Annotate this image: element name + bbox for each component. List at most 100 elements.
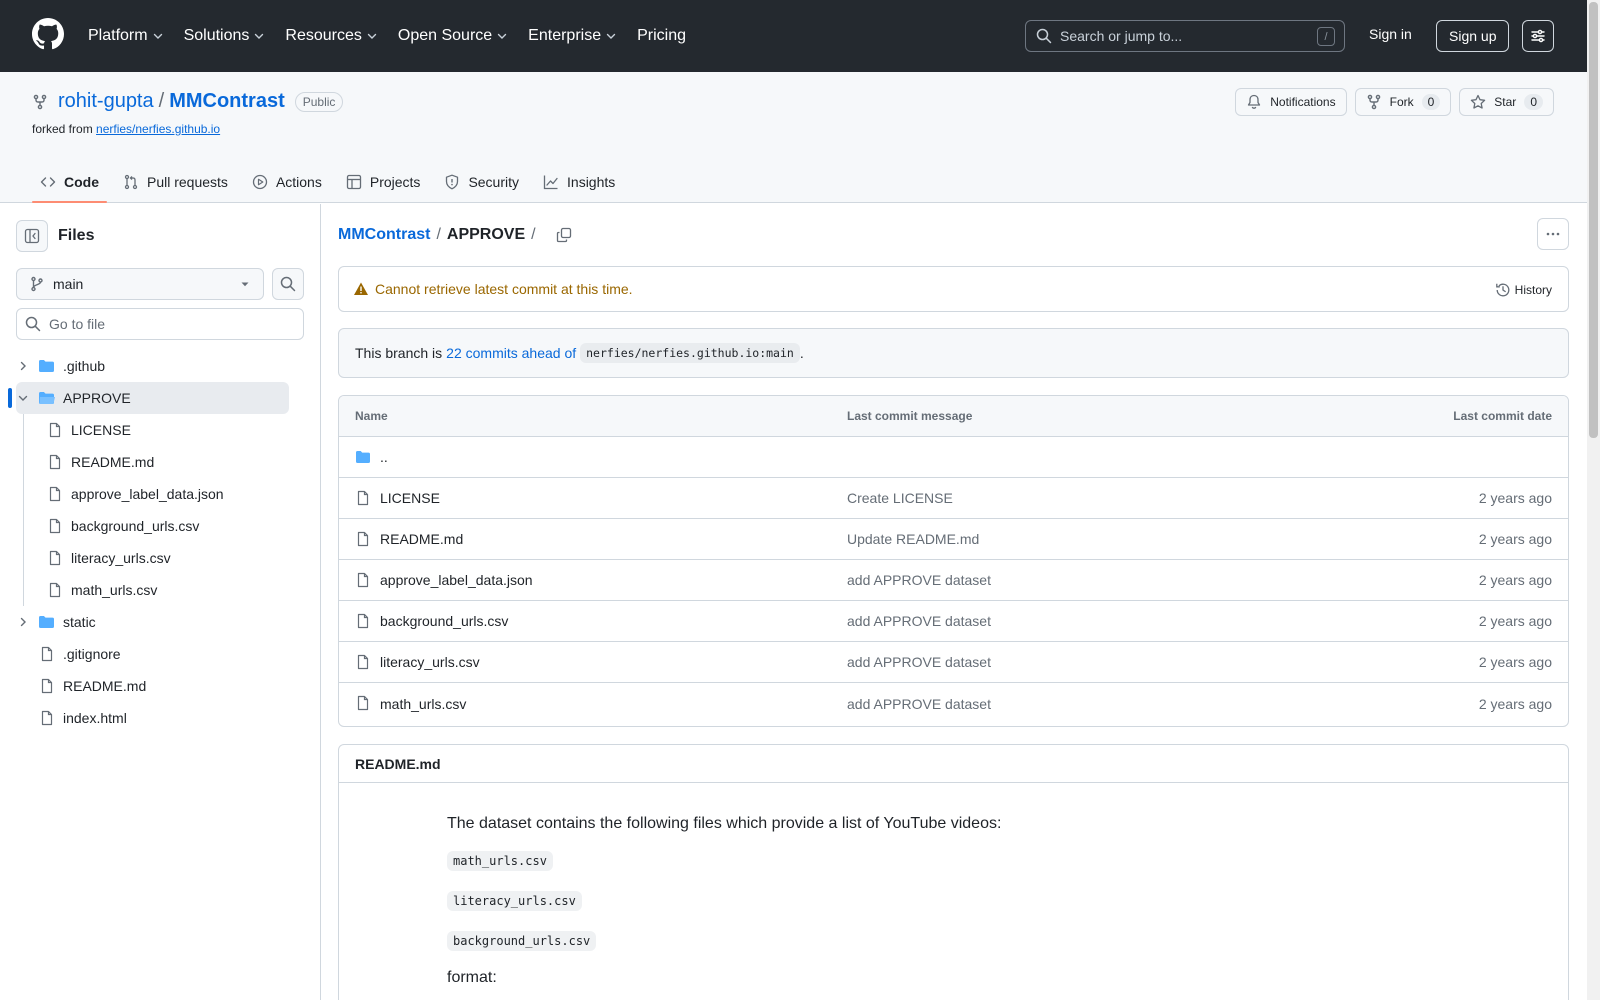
nav-label: Platform: [88, 27, 148, 44]
tree-file[interactable]: index.html: [0, 702, 320, 734]
nav-enterprise[interactable]: Enterprise: [528, 27, 617, 45]
nav-resources[interactable]: Resources: [285, 27, 377, 45]
commit-message-link[interactable]: add APPROVE dataset: [847, 696, 991, 712]
branch-name: main: [53, 276, 84, 292]
nav-platform[interactable]: Platform: [88, 27, 164, 45]
sign-up-button[interactable]: Sign up: [1436, 20, 1510, 52]
copy-path-button[interactable]: [556, 227, 572, 243]
parent-directory-link[interactable]: ..: [380, 449, 388, 465]
nav-open-source[interactable]: Open Source: [398, 27, 508, 45]
file-name-link[interactable]: LICENSE: [380, 490, 440, 506]
readme-title[interactable]: README.md: [339, 745, 1568, 783]
nav-solutions[interactable]: Solutions: [184, 27, 266, 45]
tree-file[interactable]: math_urls.csv: [0, 574, 320, 606]
file-row[interactable]: approve_label_data.json add APPROVE data…: [339, 560, 1568, 601]
fork-button[interactable]: Fork 0: [1354, 88, 1452, 116]
tree-file[interactable]: approve_label_data.json: [0, 478, 320, 510]
file-name-link[interactable]: math_urls.csv: [380, 696, 466, 712]
file-table: Name Last commit message Last commit dat…: [338, 395, 1569, 727]
file-icon: [49, 518, 61, 534]
file-row[interactable]: README.md Update README.md 2 years ago: [339, 519, 1568, 560]
file-row[interactable]: LICENSE Create LICENSE 2 years ago: [339, 478, 1568, 519]
search-shortcut-key: /: [1317, 27, 1335, 46]
more-options-button[interactable]: [1537, 218, 1569, 250]
triangle-down-icon: [241, 282, 249, 287]
chevron-right-icon: [20, 617, 26, 627]
parent-directory-row[interactable]: ..: [339, 437, 1568, 478]
file-name-link[interactable]: background_urls.csv: [380, 613, 508, 629]
tree-file[interactable]: README.md: [0, 446, 320, 478]
commits-ahead-link[interactable]: 22 commits ahead of: [446, 345, 576, 361]
star-icon: [1471, 94, 1486, 109]
tab-projects[interactable]: Projects: [338, 160, 429, 203]
nav-label: Enterprise: [528, 27, 602, 44]
readme-content: The dataset contains the following files…: [447, 815, 1001, 1000]
tree-item-label: static: [63, 614, 96, 630]
collapse-sidebar-button[interactable]: [16, 220, 48, 252]
tree-file[interactable]: background_urls.csv: [0, 510, 320, 542]
tree-item-label: .gitignore: [63, 646, 121, 662]
forked-from-link[interactable]: nerfies/nerfies.github.io: [96, 122, 220, 136]
file-row[interactable]: literacy_urls.csv add APPROVE dataset 2 …: [339, 642, 1568, 683]
tab-insights[interactable]: Insights: [535, 160, 623, 203]
chevron-down-icon: [367, 33, 377, 39]
code-icon: [40, 176, 56, 187]
fork-icon: [1367, 94, 1380, 110]
github-logo-icon[interactable]: [32, 18, 64, 50]
file-name-link[interactable]: README.md: [380, 531, 463, 547]
branch-selector[interactable]: main: [16, 268, 264, 300]
search-input[interactable]: Search or jump to... /: [1025, 20, 1345, 52]
file-row[interactable]: math_urls.csv add APPROVE dataset 2 year…: [339, 683, 1568, 724]
repository-header: rohit-gupta / MMContrast Public forked f…: [0, 72, 1600, 203]
file-name-link[interactable]: approve_label_data.json: [380, 572, 533, 588]
commit-message-link[interactable]: add APPROVE dataset: [847, 654, 991, 670]
readme-file-math: math_urls.csv: [447, 851, 553, 871]
nav-pricing[interactable]: Pricing: [637, 27, 686, 45]
pull-request-icon: [124, 174, 138, 189]
sign-in-link[interactable]: Sign in: [1369, 26, 1412, 42]
bell-icon: [1248, 94, 1261, 109]
star-button[interactable]: Star 0: [1459, 88, 1554, 116]
tab-security[interactable]: Security: [436, 160, 527, 203]
tree-folder[interactable]: static: [0, 606, 320, 638]
tab-pull-requests[interactable]: Pull requests: [115, 160, 236, 203]
repo-name-link[interactable]: MMContrast: [169, 90, 285, 113]
folder-icon: [356, 451, 370, 463]
branch-info-prefix: This branch is: [355, 345, 443, 361]
tree-file[interactable]: LICENSE: [0, 414, 320, 446]
commit-message-link[interactable]: Create LICENSE: [847, 490, 953, 506]
notifications-button[interactable]: Notifications: [1235, 88, 1347, 116]
table-icon: [346, 174, 362, 189]
search-files-button[interactable]: [272, 268, 304, 300]
tree-file[interactable]: .gitignore: [0, 638, 320, 670]
repo-owner-link[interactable]: rohit-gupta: [58, 90, 154, 113]
commit-warning-text: Cannot retrieve latest commit at this ti…: [375, 281, 633, 297]
tree-file[interactable]: README.md: [0, 670, 320, 702]
tree-item-label: index.html: [63, 710, 127, 726]
graph-icon: [543, 175, 558, 189]
page-scrollbar[interactable]: [1587, 0, 1600, 1000]
commit-message-link[interactable]: Update README.md: [847, 531, 979, 547]
commit-message-link[interactable]: add APPROVE dataset: [847, 572, 991, 588]
nav-label: Pricing: [637, 27, 686, 44]
tree-item-label: approve_label_data.json: [71, 486, 224, 502]
scrollbar-thumb[interactable]: [1589, 2, 1598, 438]
tree-folder[interactable]: APPROVE: [8, 382, 289, 414]
file-icon: [41, 646, 53, 662]
settings-menu-button[interactable]: [1522, 20, 1554, 52]
breadcrumb-repo-link[interactable]: MMContrast: [338, 226, 430, 244]
file-row[interactable]: background_urls.csv add APPROVE dataset …: [339, 601, 1568, 642]
search-icon: [25, 316, 41, 332]
commit-message-link[interactable]: add APPROVE dataset: [847, 613, 991, 629]
folder-open-icon: [39, 392, 55, 404]
column-last-commit-date: Last commit date: [1453, 409, 1552, 423]
tree-folder[interactable]: .github: [0, 350, 320, 382]
tab-code[interactable]: Code: [32, 160, 107, 203]
file-tree: .github APPROVE LICENSE README.md approve_la…: [0, 350, 320, 734]
file-name-link[interactable]: literacy_urls.csv: [380, 654, 480, 670]
go-to-file-input[interactable]: Go to file: [16, 308, 304, 340]
sidebar-title: Files: [58, 227, 95, 244]
history-button[interactable]: History: [1489, 276, 1558, 304]
tree-file[interactable]: literacy_urls.csv: [0, 542, 320, 574]
tab-actions[interactable]: Actions: [244, 160, 330, 203]
